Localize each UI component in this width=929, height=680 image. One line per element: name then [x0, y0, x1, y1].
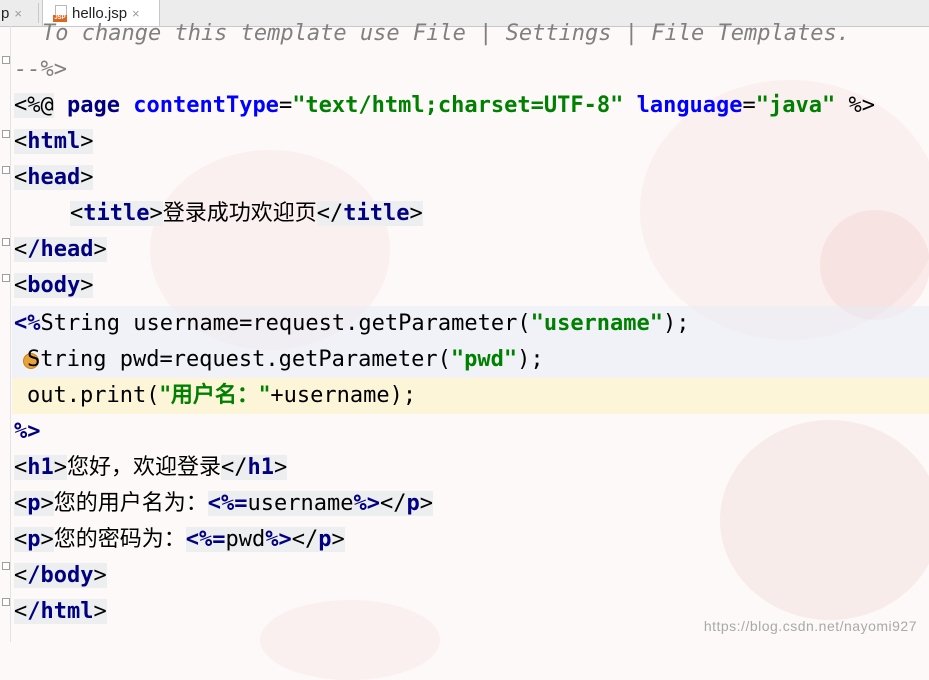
code-line-head-close: </head>: [14, 237, 107, 262]
expr-close: %>: [265, 527, 292, 552]
expr-close: %>: [353, 491, 380, 516]
tag-h1-open: h1: [27, 455, 54, 480]
string-pwd: "pwd": [450, 347, 518, 372]
code-line-get-username: <%String username=request.getParameter("…: [14, 306, 690, 342]
comment-close: --%>: [14, 57, 67, 82]
directive-page-keyword: page: [67, 93, 120, 118]
string-username-label: "用户名：": [159, 383, 271, 408]
string-username: "username": [530, 311, 664, 336]
tab-previous-label: p: [1, 4, 10, 22]
code-line-comment-end: --%>: [14, 52, 67, 88]
directive-close: %>: [848, 93, 876, 118]
code-line-html-close: </html>: [14, 599, 107, 624]
code-line-p-username: <p>您的用户名为：<%=username%></p>: [14, 491, 433, 516]
fold-icon[interactable]: [2, 56, 10, 64]
tag-head: head: [27, 165, 81, 190]
code-line-get-pwd: String pwd=request.getParameter("pwd");: [27, 342, 544, 378]
java-suffix: );: [517, 347, 544, 372]
expr-open: <%=: [207, 491, 248, 516]
scriptlet-open: <%: [14, 311, 41, 336]
java-get-username: String username=request.getParameter(: [40, 311, 531, 336]
p2-text: 您的密码为：: [53, 527, 186, 552]
tag-body: body: [27, 273, 81, 298]
attr-language: language: [636, 93, 743, 118]
tag-h1-close: h1: [247, 455, 275, 480]
code-line-page-directive: <%@ page contentType="text/html;charset=…: [14, 93, 876, 118]
expr-username: username: [247, 491, 354, 516]
fold-icon[interactable]: [2, 598, 10, 606]
code-editor[interactable]: To change this template use File | Setti…: [0, 21, 929, 642]
tag-p-close: p: [318, 527, 332, 552]
editor-gutter: [0, 26, 11, 642]
code-line-head-open: <head>: [14, 165, 94, 190]
java-print-suffix: +username);: [270, 383, 417, 408]
watermark-text: https://blog.csdn.net/nayomi927: [703, 618, 917, 634]
code-line-title: <title>登录成功欢迎页</title>: [70, 201, 423, 226]
h1-text: 您好，欢迎登录: [67, 455, 222, 480]
title-text: 登录成功欢迎页: [162, 201, 317, 226]
attr-contenttype: contentType: [133, 93, 279, 118]
code-line-print: out.print("用户名："+username);: [27, 378, 416, 414]
tag-head-close: /head: [27, 237, 94, 262]
java-print: out.print(: [27, 383, 160, 408]
close-icon[interactable]: ×: [14, 6, 22, 21]
code-line-body-open: <body>: [14, 273, 94, 298]
code-line-comment: To change this template use File | Setti…: [42, 16, 850, 52]
code-line-body-close: </body>: [14, 563, 107, 588]
tab-separator: [38, 3, 39, 23]
tag-title-close: title: [343, 201, 410, 226]
tag-title-open: title: [83, 201, 150, 226]
tag-p-close: p: [406, 491, 420, 516]
java-suffix: );: [663, 311, 690, 336]
fold-icon[interactable]: [2, 562, 10, 570]
value-language: "java": [755, 93, 836, 118]
p1-text: 您的用户名为：: [53, 491, 208, 516]
directive-open: <%@: [14, 93, 54, 118]
tag-p-open: p: [27, 527, 41, 552]
tag-p-open: p: [27, 491, 41, 516]
tab-previous-file[interactable]: p ×: [0, 0, 22, 26]
code-line-p-pwd: <p>您的密码为：<%=pwd%></p>: [14, 527, 345, 552]
tag-html-close: /html: [27, 599, 94, 624]
tag-body-close: /body: [27, 563, 94, 588]
tag-html: html: [27, 129, 81, 154]
expr-open: <%=: [185, 527, 226, 552]
code-line-html-open: <html>: [14, 129, 94, 154]
fold-icon[interactable]: [2, 238, 10, 246]
value-contenttype: "text/html;charset=UTF-8": [292, 93, 624, 118]
fold-icon[interactable]: [2, 166, 10, 174]
comment-text: To change this template use File | Setti…: [42, 21, 850, 46]
java-get-pwd: String pwd=request.getParameter(: [27, 347, 451, 372]
code-line-h1: <h1>您好，欢迎登录</h1>: [14, 455, 288, 480]
code-line-scriptlet-close: %>: [14, 414, 41, 450]
scriptlet-close: %>: [14, 419, 41, 444]
fold-icon[interactable]: [2, 274, 10, 282]
fold-icon[interactable]: [2, 130, 10, 138]
expr-pwd: pwd: [225, 527, 266, 552]
